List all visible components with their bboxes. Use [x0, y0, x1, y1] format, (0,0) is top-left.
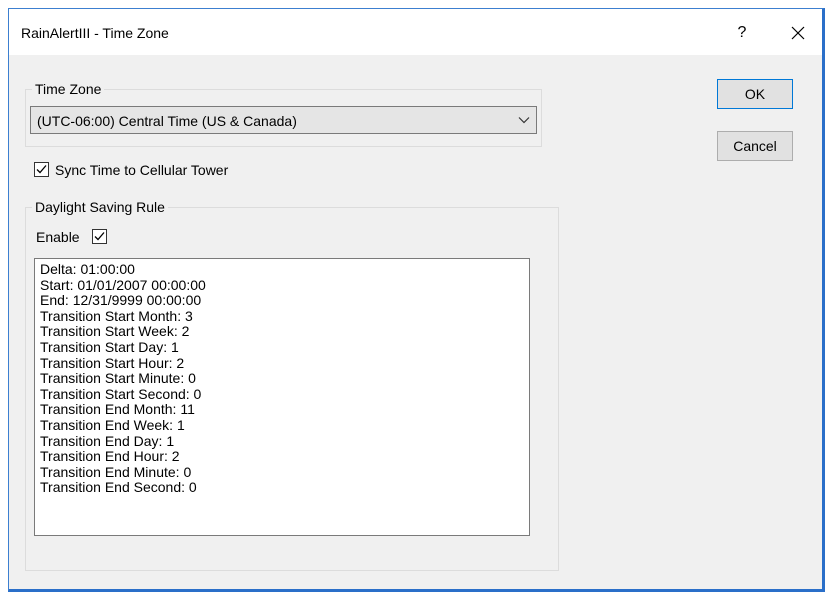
dst-rule-line: Transition End Second: 0	[40, 479, 197, 496]
chevron-down-icon	[518, 117, 530, 124]
dst-rule-line: Transition Start Day: 1	[40, 338, 179, 355]
window-title: RainAlertIII - Time Zone	[21, 25, 169, 41]
dst-rule-line: Delta: 01:00:00	[40, 261, 135, 277]
close-button[interactable]	[781, 19, 815, 47]
time-zone-group: Time Zone (UTC-06:00) Central Time (US &…	[25, 81, 542, 147]
help-button[interactable]: ?	[727, 19, 757, 47]
dst-rule-line: Transition Start Minute: 0	[40, 370, 196, 387]
dst-enable-checkbox[interactable]	[92, 229, 107, 244]
dst-rule-line: End: 12/31/9999 00:00:00	[40, 292, 202, 309]
dst-rule-line: Transition End Hour: 2	[40, 448, 180, 465]
time-zone-selected-value: (UTC-06:00) Central Time (US & Canada)	[37, 113, 297, 129]
dst-rule-line: Transition End Minute: 0	[40, 463, 192, 480]
dst-enable-label[interactable]: Enable	[36, 229, 80, 245]
checkmark-icon	[36, 165, 47, 174]
daylight-saving-group: Daylight Saving Rule Enable Delta: 01:00…	[25, 199, 559, 571]
time-zone-dropdown[interactable]: (UTC-06:00) Central Time (US & Canada)	[30, 106, 537, 134]
dst-rule-line: Transition Start Hour: 2	[40, 354, 185, 371]
dst-rule-listbox[interactable]: Delta: 01:00:00 Start: 01/01/2007 00:00:0…	[34, 258, 530, 536]
dst-rule-line: Transition Start Month: 3	[40, 307, 193, 324]
dialog-window: RainAlertIII - Time Zone ? Time Zone (UT…	[8, 8, 825, 592]
dst-rule-line: Transition Start Second: 0	[40, 385, 202, 402]
title-bar[interactable]: RainAlertIII - Time Zone ?	[9, 9, 822, 55]
sync-time-checkbox[interactable]	[34, 162, 49, 177]
close-icon	[791, 26, 805, 40]
sync-time-label[interactable]: Sync Time to Cellular Tower	[55, 162, 228, 178]
dst-rule-line: Transition Start Week: 2	[40, 323, 190, 340]
cancel-button[interactable]: Cancel	[717, 131, 793, 161]
dialog-client-area: Time Zone (UTC-06:00) Central Time (US &…	[9, 55, 822, 589]
time-zone-group-caption: Time Zone	[32, 81, 105, 97]
daylight-saving-group-caption: Daylight Saving Rule	[32, 199, 168, 215]
dst-rule-line: Transition End Day: 1	[40, 432, 175, 449]
checkmark-icon	[94, 232, 105, 241]
dst-rule-line: Transition End Month: 11	[40, 401, 195, 418]
dst-rule-line: Start: 01/01/2007 00:00:00	[40, 276, 206, 293]
ok-button[interactable]: OK	[717, 79, 793, 109]
dst-rule-line: Transition End Week: 1	[40, 416, 185, 433]
